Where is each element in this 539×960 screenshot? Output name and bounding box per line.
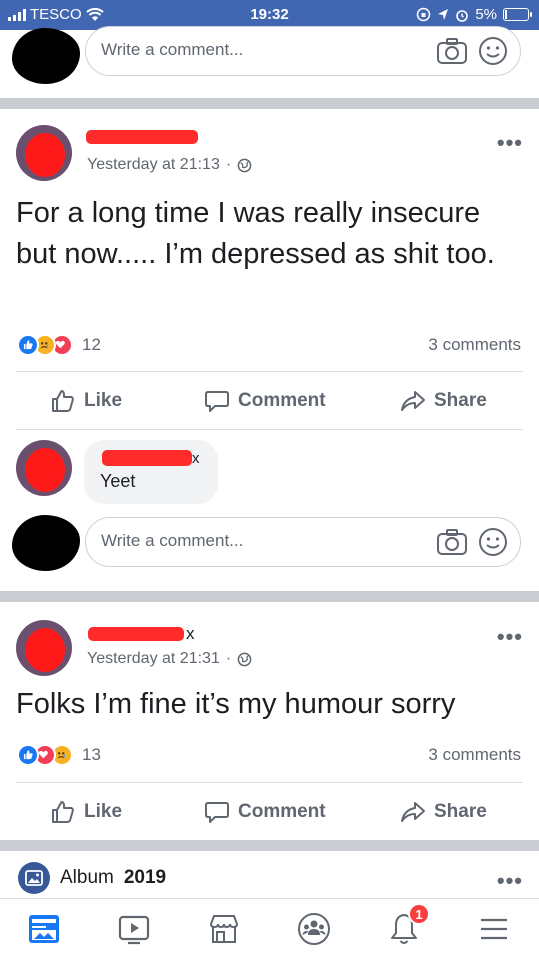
share-icon [401,802,425,822]
author-name-redacted[interactable] [86,130,198,144]
comments-count-link[interactable]: 3 comments [428,335,521,355]
share-icon [401,391,425,411]
commenter-avatar [12,515,80,571]
camera-icon[interactable] [436,37,468,65]
album-options-button[interactable]: ••• [497,868,523,894]
comment-input[interactable]: Write a comment... [85,517,521,567]
tab-notifications[interactable]: 1 [384,903,430,949]
globe-icon [237,652,252,666]
camera-icon[interactable] [436,528,468,556]
like-button[interactable]: Like [50,792,122,832]
post-options-button[interactable]: ••• [497,130,523,156]
alarm-icon [456,9,469,22]
marketplace-icon [209,915,239,943]
share-label: Share [434,801,487,822]
feed-separator [0,98,539,109]
tab-marketplace[interactable] [204,909,244,949]
location-icon [438,9,449,20]
author-avatar[interactable] [16,125,72,181]
divider [16,429,523,430]
reaction-summary[interactable]: 13 [17,744,101,766]
notification-badge: 1 [408,903,430,925]
like-icon [52,390,74,412]
album-icon [18,862,50,894]
album-header[interactable]: Album 2019 [18,862,166,894]
comment-label: Comment [238,390,326,411]
reply-author-name-redacted[interactable] [102,450,192,466]
carrier-label: TESCO [30,6,82,23]
share-button[interactable]: Share [400,792,487,832]
battery-icon [503,8,532,21]
orientation-lock-icon [417,7,431,22]
reaction-summary[interactable]: 12 [17,334,101,356]
album-name: Album [60,867,114,888]
share-button[interactable]: Share [400,381,487,421]
news-feed-icon [29,915,59,943]
tab-bar: 1 [0,898,539,960]
feed-separator [0,840,539,851]
menu-icon [481,918,507,940]
status-right: 5% [416,6,532,23]
commenter-avatar [12,28,80,84]
like-label: Like [84,801,123,822]
comment-button[interactable]: Comment [204,381,326,421]
comment-button[interactable]: Comment [204,792,326,832]
like-button[interactable]: Like [50,381,122,421]
battery-percent: 5% [475,6,497,23]
divider [16,371,523,372]
post-actions: Like Comment Share [0,381,539,421]
comments-count-link[interactable]: 3 comments [428,745,521,765]
comment-composer-top: Write a comment... [0,26,539,86]
comment-composer: Write a comment... [0,515,539,577]
comment-icon [205,391,229,412]
album-year: 2019 [123,867,167,888]
author-avatar[interactable] [16,620,72,676]
tab-watch[interactable] [114,909,154,949]
globe-icon [237,158,252,172]
wifi-icon [86,7,104,21]
post-options-button[interactable]: ••• [497,624,523,650]
meta-dot: · [225,650,232,667]
post-timestamp[interactable]: Yesterday at 21:13 [87,156,220,174]
comment-label: Comment [238,801,326,822]
watch-icon [118,915,150,945]
tab-menu[interactable] [474,909,514,949]
like-reaction-icon [17,334,39,356]
smiley-icon[interactable] [478,36,508,66]
author-name-redacted[interactable] [88,627,184,641]
reaction-count: 13 [82,745,101,764]
post-text: Folks I’m fine it’s my humour sorry [16,688,456,720]
smiley-icon[interactable] [478,527,508,557]
divider [16,782,523,783]
author-name-suffix: x [186,624,195,643]
groups-icon [298,913,330,945]
like-label: Like [84,390,123,411]
reply-text: Yeet [100,471,136,491]
tab-groups[interactable] [294,909,334,949]
signal-icon [8,8,26,21]
comment-placeholder: Write a comment... [101,531,244,550]
battery-fill [505,10,507,19]
share-label: Share [434,390,487,411]
comment-input[interactable]: Write a comment... [85,26,521,76]
screen: TESCO 19:32 5% Write a comment... Yester… [0,0,539,960]
comment-placeholder: Write a comment... [101,40,244,59]
reaction-count: 12 [82,335,101,354]
post-actions: Like Comment Share [0,792,539,832]
like-icon [52,801,74,823]
reply-author-avatar[interactable] [16,440,72,496]
like-reaction-icon [17,744,39,766]
post-text: For a long time I was really insecure bu… [16,197,495,270]
comment-icon [205,802,229,823]
meta-dot: · [225,156,232,173]
post-timestamp[interactable]: Yesterday at 21:31 [87,650,220,668]
status-left: TESCO [8,6,104,23]
post-meta: Yesterday at 21:13 · [87,156,252,174]
reply-author-name-suffix: x [192,450,200,467]
reply-bubble[interactable]: x Yeet [84,440,218,504]
tab-news-feed[interactable] [24,909,64,949]
feed-separator [0,591,539,602]
post-meta: Yesterday at 21:31 · [87,650,252,668]
